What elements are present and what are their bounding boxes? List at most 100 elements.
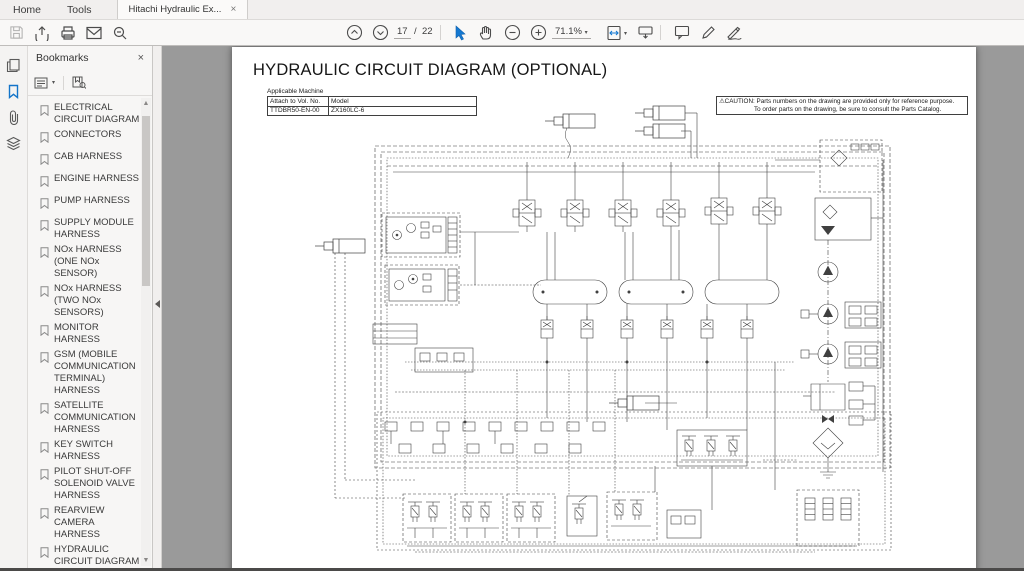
page-number-input[interactable]: 17 — [394, 26, 411, 39]
page-thumbnails-icon[interactable] — [0, 52, 27, 78]
bookmark-label: ENGINE HARNESS — [54, 173, 139, 184]
bookmark-label: CAB HARNESS — [54, 151, 123, 162]
page-fit-icon[interactable] — [604, 23, 624, 42]
bookmark-icon — [40, 467, 49, 502]
bookmark-item[interactable]: PUMP HARNESS — [40, 195, 140, 214]
bookmark-label: PUMP HARNESS — [54, 195, 130, 206]
next-page-icon[interactable] — [370, 23, 390, 42]
bookmark-label: SATELLITE COMMUNICATION HARNESS — [54, 400, 136, 435]
bookmark-label: NOx HARNESS (TWO NOx SENSORS) — [54, 283, 122, 318]
bookmark-label: ELECTRICAL CIRCUIT DIAGRAM — [54, 102, 140, 125]
bookmark-item[interactable]: REARVIEW CAMERA HARNESS — [40, 505, 140, 541]
bookmark-icon — [40, 218, 49, 241]
bookmark-item[interactable]: ENGINE HARNESS — [40, 173, 140, 192]
chevron-left-icon — [154, 300, 160, 308]
zoom-out-icon[interactable] — [502, 23, 522, 42]
document-tab-label: Hitachi Hydraulic Ex... — [128, 4, 222, 15]
hydraulic-schematic — [315, 105, 892, 553]
bookmarks-panel-icon[interactable] — [0, 78, 27, 104]
bookmark-icon — [40, 284, 49, 319]
bookmark-icon — [40, 506, 49, 541]
previous-page-icon[interactable] — [344, 23, 364, 42]
bookmark-label: HYDRAULIC CIRCUIT DIAGRAM (MONOBLOCK BOO… — [54, 544, 140, 564]
signature-pen-icon[interactable] — [724, 23, 744, 42]
bookmarks-panel: Bookmarks × ▾ ELECTRICAL CIRCUIT DIAGRAM… — [28, 46, 153, 568]
zoom-search-icon[interactable] — [110, 23, 130, 42]
close-panel-icon[interactable]: × — [138, 52, 144, 64]
bookmark-item[interactable]: CAB HARNESS — [40, 151, 140, 170]
bookmark-icon — [40, 245, 49, 280]
divider — [63, 75, 65, 90]
chevron-down-icon: ▾ — [52, 80, 56, 86]
bookmark-label: CONNECTORS — [54, 129, 122, 140]
scroll-down-icon[interactable]: ▼ — [141, 557, 151, 564]
scrolling-mode-icon[interactable] — [635, 23, 655, 42]
bookmark-icon — [40, 350, 49, 397]
toolbar-separator — [440, 25, 441, 40]
chevron-down-icon: ▾ — [584, 30, 588, 36]
bookmark-item[interactable]: GSM (MOBILE COMMUNICATION TERMINAL) HARN… — [40, 349, 140, 397]
bookmark-icon — [40, 130, 49, 148]
toolbar-separator — [660, 25, 661, 40]
document-viewport[interactable]: HYDRAULIC CIRCUIT DIAGRAM (OPTIONAL) App… — [162, 46, 1024, 568]
scroll-up-icon[interactable]: ▲ — [141, 100, 151, 107]
bookmark-item[interactable]: SUPPLY MODULE HARNESS — [40, 217, 140, 241]
bookmarks-list: ELECTRICAL CIRCUIT DIAGRAM CONNECTORS CA… — [28, 98, 140, 564]
page-title: HYDRAULIC CIRCUIT DIAGRAM (OPTIONAL) — [253, 61, 608, 79]
bookmark-icon — [40, 103, 49, 126]
bookmark-label: GSM (MOBILE COMMUNICATION TERMINAL) HARN… — [54, 349, 136, 396]
bookmark-item[interactable]: NOx HARNESS (ONE NOx SENSOR) — [40, 244, 140, 280]
pane-edge — [153, 46, 162, 568]
bookmark-label: PILOT SHUT-OFF SOLENOID VALVE HARNESS — [54, 466, 135, 501]
pdf-page: HYDRAULIC CIRCUIT DIAGRAM (OPTIONAL) App… — [232, 47, 976, 568]
bookmark-icon — [40, 174, 49, 192]
bookmark-label: KEY SWITCH HARNESS — [54, 439, 113, 462]
bookmark-label: MONITOR HARNESS — [54, 322, 100, 345]
email-icon[interactable] — [84, 23, 104, 42]
bookmark-item[interactable]: PILOT SHUT-OFF SOLENOID VALVE HARNESS — [40, 466, 140, 502]
page-separator: / — [414, 26, 417, 37]
navigation-icon-strip — [0, 46, 28, 568]
bookmarks-panel-title: Bookmarks — [36, 52, 89, 64]
bookmark-item[interactable]: KEY SWITCH HARNESS — [40, 439, 140, 463]
bookmark-item[interactable]: SATELLITE COMMUNICATION HARNESS — [40, 400, 140, 436]
bookmark-item[interactable]: HYDRAULIC CIRCUIT DIAGRAM (MONOBLOCK BOO… — [40, 544, 140, 564]
save-icon[interactable] — [6, 23, 26, 42]
bookmark-icon — [40, 152, 49, 170]
page-total: 22 — [422, 26, 433, 37]
bookmark-label: NOx HARNESS (ONE NOx SENSOR) — [54, 244, 122, 279]
zoom-level-select[interactable]: 71.1% ▾ — [552, 26, 591, 39]
bookmark-label: SUPPLY MODULE HARNESS — [54, 217, 134, 240]
tab-close-icon[interactable]: × — [230, 4, 236, 15]
hand-tool-icon[interactable] — [476, 23, 496, 42]
comment-icon[interactable] — [672, 23, 692, 42]
zoom-in-icon[interactable] — [528, 23, 548, 42]
bookmark-item[interactable]: ELECTRICAL CIRCUIT DIAGRAM — [40, 102, 140, 126]
print-icon[interactable] — [58, 23, 78, 42]
document-tab[interactable]: Hitachi Hydraulic Ex... × — [116, 0, 249, 19]
bookmark-item[interactable]: NOx HARNESS (TWO NOx SENSORS) — [40, 283, 140, 319]
bookmark-icon — [40, 440, 49, 463]
attachments-icon[interactable] — [0, 104, 27, 130]
menu-bar: Home Tools Hitachi Hydraulic Ex... × — [0, 0, 1024, 20]
bookmark-options-icon[interactable] — [34, 77, 48, 89]
bookmarks-scrollbar[interactable]: ▲ ▼ — [141, 98, 151, 566]
select-tool-icon[interactable] — [450, 23, 470, 42]
bookmark-icon — [40, 401, 49, 436]
toolbar: 17 / 22 71.1% ▾ ▾ — [0, 20, 1024, 46]
layers-icon[interactable] — [0, 130, 27, 156]
scrollbar-thumb[interactable] — [142, 116, 150, 286]
bookmark-item[interactable]: CONNECTORS — [40, 129, 140, 148]
table-caption: Applicable Machine — [267, 88, 324, 95]
bookmark-icon — [40, 196, 49, 214]
bookmark-label: REARVIEW CAMERA HARNESS — [54, 505, 105, 540]
bookmark-item[interactable]: MONITOR HARNESS — [40, 322, 140, 346]
chevron-down-icon[interactable]: ▾ — [624, 30, 627, 37]
find-current-bookmark-icon[interactable] — [72, 76, 87, 89]
share-icon[interactable] — [32, 23, 52, 42]
bookmark-icon — [40, 323, 49, 346]
fill-sign-pencil-icon[interactable] — [698, 23, 718, 42]
collapse-panel-button[interactable] — [153, 296, 161, 312]
menu-tools[interactable]: Tools — [54, 0, 105, 19]
menu-home[interactable]: Home — [0, 0, 54, 19]
